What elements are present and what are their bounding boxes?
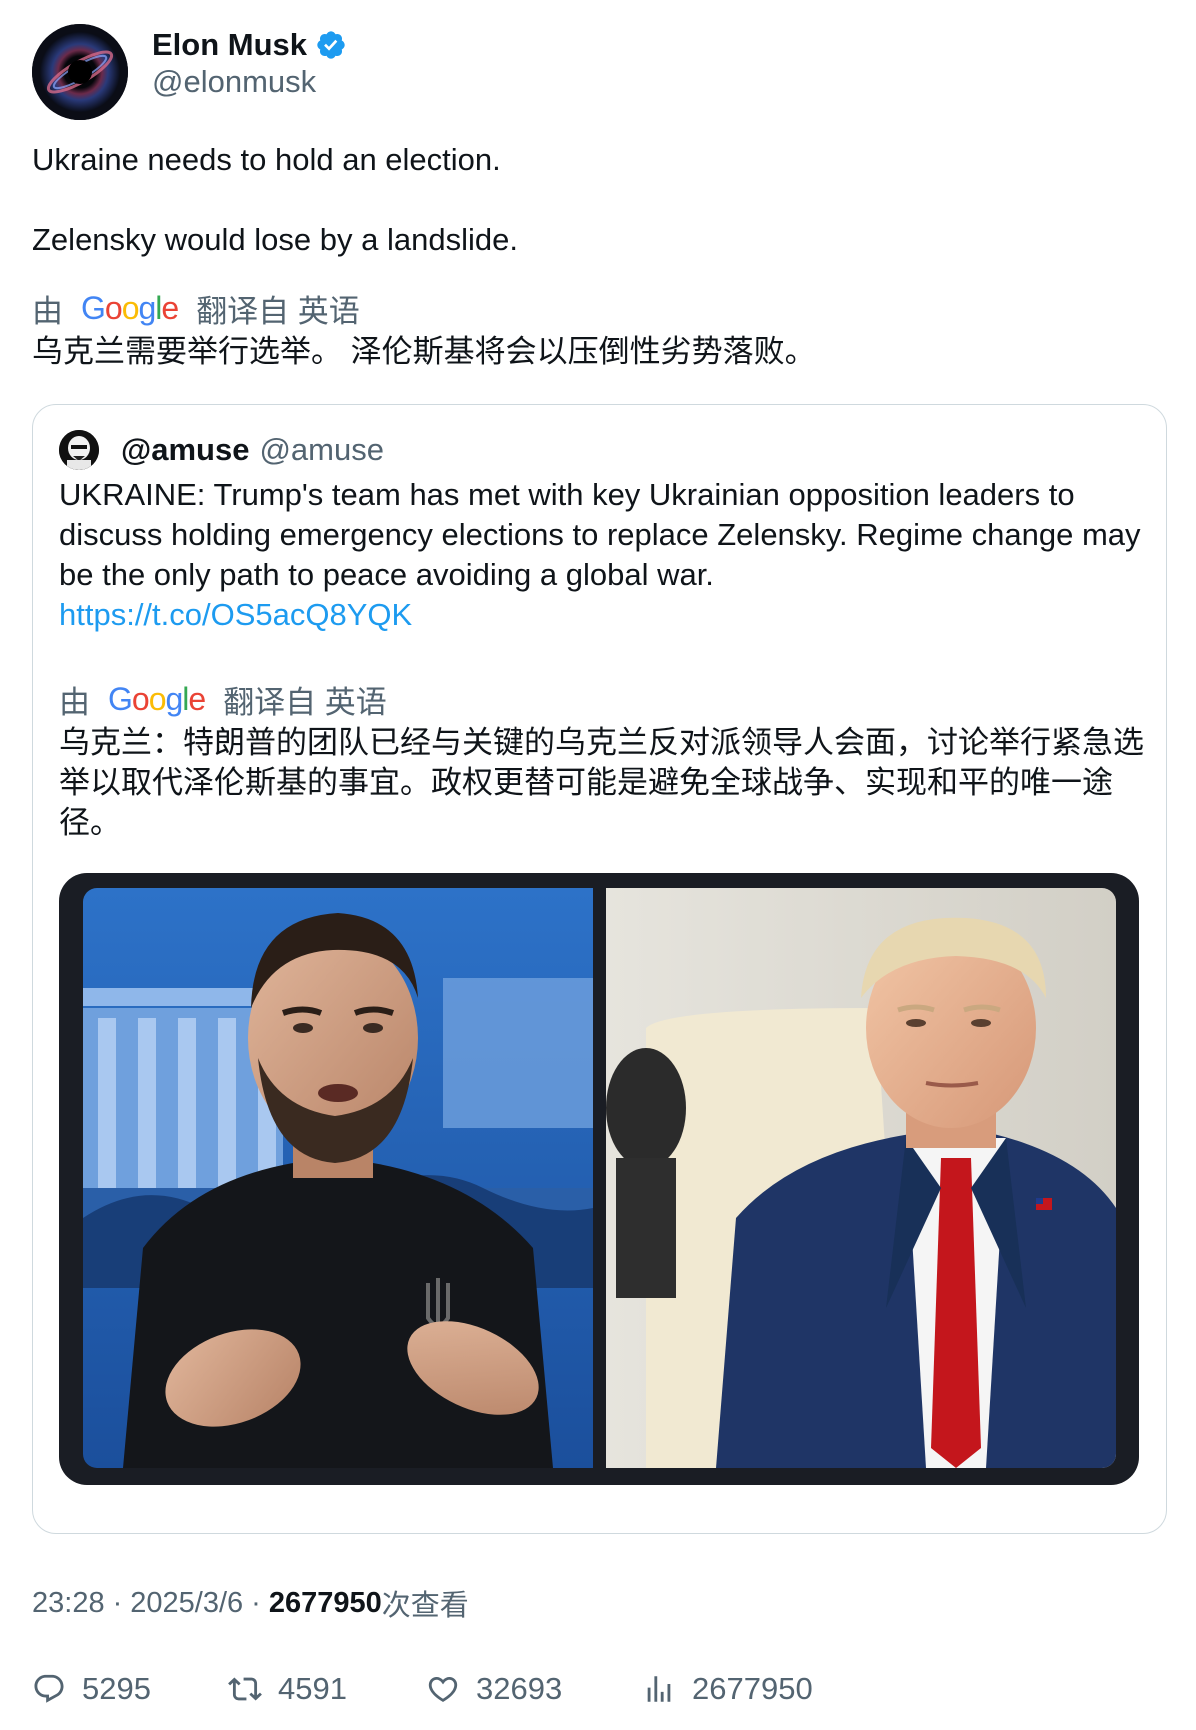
google-logo: Google	[81, 289, 179, 326]
tweet-translation: 由 Google 翻译自 英语 乌克兰需要举行选举。 泽伦斯基将会以压倒性劣势落…	[32, 286, 1162, 372]
translation-attribution: 由 Google 翻译自 英语	[32, 286, 1162, 330]
quoted-tweet-translation: 由 Google 翻译自 英语 乌克兰：特朗普的团队已经与关键的乌克兰反对派领导…	[59, 677, 1144, 843]
retweet-icon	[228, 1677, 262, 1701]
photo-zelensky[interactable]	[83, 888, 593, 1468]
photo-trump[interactable]	[606, 888, 1116, 1468]
views-icon	[647, 1676, 671, 1702]
translate-prefix: 由	[32, 293, 63, 329]
quoted-translated-text: 乌克兰：特朗普的团队已经与关键的乌克兰反对派领导人会面，讨论举行紧急选举以取代泽…	[59, 725, 1144, 840]
quoted-tweet-media[interactable]	[59, 873, 1139, 1485]
google-logo: Google	[108, 680, 206, 717]
quoted-translate-suffix: 翻译自 英语	[223, 684, 387, 720]
quoted-author-handle[interactable]: @amuse	[259, 432, 384, 468]
reply-button[interactable]: 5295	[32, 1664, 151, 1714]
like-count: 32693	[476, 1671, 563, 1706]
tweet-header: Elon Musk @elonmusk	[32, 24, 1132, 120]
quoted-tweet-header: @amuse @amuse	[59, 427, 384, 473]
retweet-button[interactable]: 4591	[228, 1664, 347, 1714]
like-icon	[428, 1676, 458, 1702]
tweet-actions: 5295 4591 32693 2677950	[32, 1664, 1132, 1714]
author-handle[interactable]: @elonmusk	[152, 64, 316, 100]
quoted-tweet-body: UKRAINE: Trump's team has met with key U…	[59, 475, 1144, 635]
tweet-meta: 23:28 · 2025/3/6 · 2677950 次查看	[32, 1582, 469, 1624]
translated-text: 乌克兰需要举行选举。 泽伦斯基将会以压倒性劣势落败。	[32, 334, 816, 369]
views-action-count: 2677950	[692, 1671, 813, 1706]
quoted-author-avatar[interactable]	[59, 430, 99, 470]
meta-separator: ·	[251, 1586, 261, 1619]
reply-count: 5295	[82, 1671, 151, 1706]
author-avatar[interactable]	[32, 24, 128, 120]
reply-icon	[34, 1674, 64, 1703]
tweet-time[interactable]: 23:28	[32, 1587, 105, 1620]
views-count: 2677950	[268, 1586, 382, 1619]
quoted-translation-attribution: 由 Google 翻译自 英语	[59, 677, 1144, 721]
verified-badge-icon	[317, 31, 345, 59]
views-label: 次查看	[381, 1590, 469, 1622]
tweet-body: Ukraine needs to hold an election. Zelen…	[32, 140, 1162, 260]
views-button[interactable]: 2677950	[642, 1664, 813, 1714]
tweet-date[interactable]: 2025/3/6	[130, 1587, 243, 1620]
quoted-author-display-name[interactable]: @amuse	[121, 432, 249, 468]
retweet-count: 4591	[278, 1671, 347, 1706]
quoted-translate-prefix: 由	[59, 684, 90, 720]
quoted-tweet-text: UKRAINE: Trump's team has met with key U…	[59, 477, 1141, 592]
author-display-name[interactable]: Elon Musk	[152, 27, 307, 63]
like-button[interactable]: 32693	[426, 1664, 562, 1714]
tweet-line-2: Zelensky would lose by a landslide.	[32, 222, 518, 257]
quoted-tweet-card[interactable]: @amuse @amuse UKRAINE: Trump's team has …	[32, 404, 1167, 1534]
meta-separator: ·	[112, 1586, 123, 1619]
tweet-line-1: Ukraine needs to hold an election.	[32, 142, 501, 177]
quoted-tweet-link[interactable]: https://t.co/OS5acQ8YQK	[59, 595, 1144, 635]
translate-suffix: 翻译自 英语	[196, 293, 360, 329]
